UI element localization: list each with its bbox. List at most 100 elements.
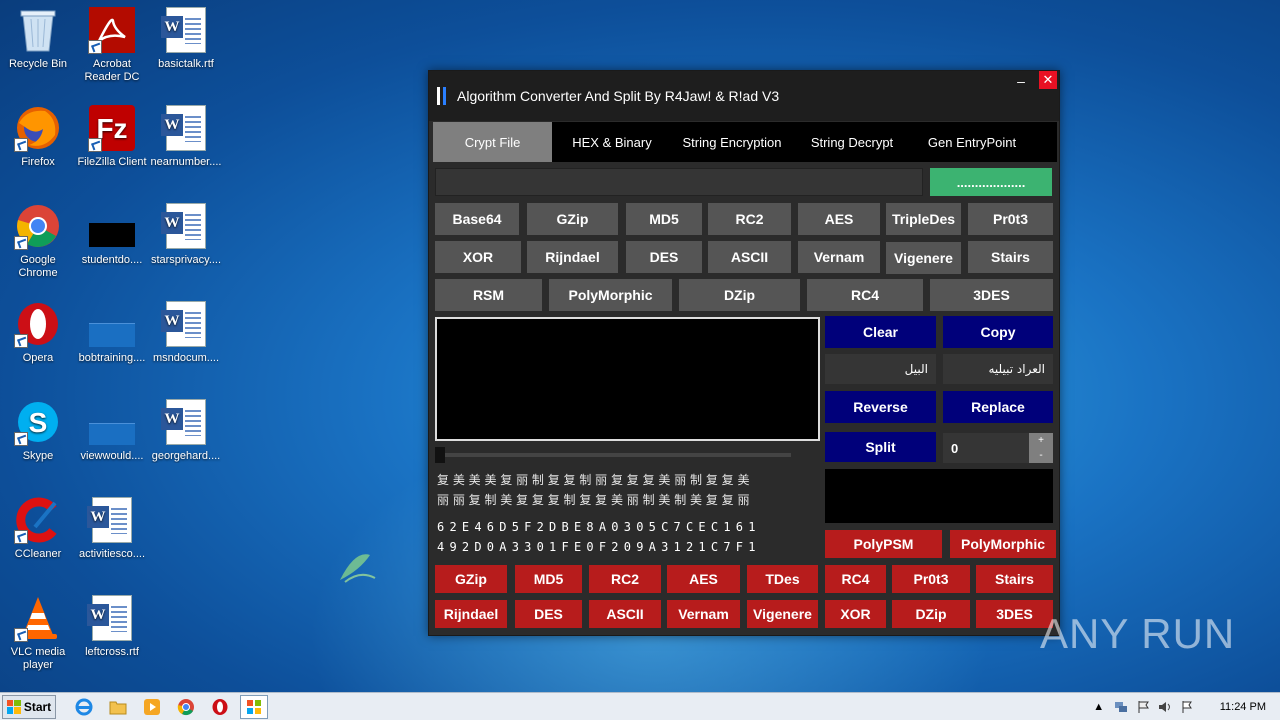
desktop-icon-opera[interactable]: Opera <box>0 300 76 365</box>
copy-button[interactable]: Copy <box>943 316 1053 348</box>
vlc-cone-icon <box>14 594 62 642</box>
acrobat-icon <box>88 6 136 54</box>
rc4-button[interactable]: RC4 <box>807 279 923 311</box>
stepper-up-button[interactable]: + <box>1029 433 1053 448</box>
rijndael-red-button[interactable]: Rijndael <box>435 600 507 628</box>
desktop-icon-activitiesco[interactable]: activitiesco.... <box>74 496 150 561</box>
ascii-red-button[interactable]: ASCII <box>589 600 661 628</box>
xor-button[interactable]: XOR <box>435 241 521 273</box>
rsm-button[interactable]: RSM <box>435 279 542 311</box>
polymorphic-button[interactable]: PolyMorphic <box>549 279 672 311</box>
dzip-red-button[interactable]: DZip <box>892 600 970 628</box>
desktop-icon-msndocum[interactable]: msndocum.... <box>148 300 224 365</box>
desktop-icon-bobtraining[interactable]: bobtraining.... <box>74 300 150 365</box>
vigenere-red-button[interactable]: Vigenere <box>747 600 818 628</box>
aes-red-button[interactable]: AES <box>667 565 740 593</box>
desktop-icon-label: viewwould.... <box>80 450 144 462</box>
des-button[interactable]: DES <box>626 241 702 273</box>
vernam-red-button[interactable]: Vernam <box>667 600 740 628</box>
desktop-icon-starsprivacy[interactable]: starsprivacy.... <box>148 202 224 267</box>
gzip-red-button[interactable]: GZip <box>435 565 507 593</box>
xor-red-button[interactable]: XOR <box>825 600 886 628</box>
desktop-icon-chrome[interactable]: Google Chrome <box>0 202 76 280</box>
network-icon[interactable] <box>1113 699 1129 715</box>
internet-explorer-icon[interactable] <box>70 695 98 719</box>
browse-button[interactable]: ................... <box>930 168 1052 196</box>
polypsm-button[interactable]: PolyPSM <box>825 530 942 558</box>
desktop-icon-firefox[interactable]: Firefox <box>0 104 76 169</box>
desktop-icon-ccleaner[interactable]: CCleaner <box>0 496 76 561</box>
file-path-input[interactable] <box>435 168 923 196</box>
split-count-stepper[interactable]: + - <box>1029 433 1053 463</box>
desktop-icon-viewwould[interactable]: viewwould.... <box>74 398 150 463</box>
opera-taskbar-icon[interactable] <box>206 695 234 719</box>
aes-button[interactable]: AES <box>798 203 880 235</box>
show-hidden-icons-icon[interactable]: ▲ <box>1091 699 1107 715</box>
action-center-icon[interactable] <box>1135 699 1151 715</box>
tdes-red-button[interactable]: TDes <box>747 565 818 593</box>
desktop-icon-studentdo[interactable]: studentdo.... <box>74 202 150 267</box>
desktop-icon-filezilla[interactable]: Fz FileZilla Client <box>74 104 150 169</box>
desktop-icon-leftcross[interactable]: leftcross.rtf <box>74 594 150 659</box>
split-button[interactable]: Split <box>825 432 936 462</box>
start-button[interactable]: Start <box>2 694 56 719</box>
desktop-icon-vlc[interactable]: VLC media player <box>0 594 76 672</box>
horizontal-scrollbar[interactable] <box>435 447 791 463</box>
opera-icon <box>14 300 62 348</box>
app-taskbar-button[interactable] <box>240 694 268 719</box>
replace-button[interactable]: Replace <box>943 391 1053 423</box>
prot3-red-button[interactable]: Pr0t3 <box>892 565 970 593</box>
taskbar-clock[interactable]: 11:24 PM <box>1220 701 1266 713</box>
replace-text-field[interactable]: العراد تبيليه <box>943 354 1053 384</box>
clear-button[interactable]: Clear <box>825 316 936 348</box>
close-button[interactable]: ✕ <box>1039 71 1057 89</box>
find-text-field[interactable]: البيل <box>825 354 936 384</box>
rc2-red-button[interactable]: RC2 <box>589 565 661 593</box>
stepper-down-button[interactable]: - <box>1029 448 1053 463</box>
desktop-icon-basictalk[interactable]: basictalk.rtf <box>148 6 224 71</box>
md5-button[interactable]: MD5 <box>626 203 702 235</box>
stairs-red-button[interactable]: Stairs <box>976 565 1053 593</box>
tab-string-decrypt[interactable]: String Decrypt <box>792 122 912 162</box>
3des-button[interactable]: 3DES <box>930 279 1053 311</box>
tab-crypt-file[interactable]: Crypt File <box>433 122 552 162</box>
split-count-field[interactable]: 0 <box>943 433 1029 463</box>
desktop-icon-recycle-bin[interactable]: Recycle Bin <box>0 6 76 71</box>
prot3-button[interactable]: Pr0t3 <box>968 203 1053 235</box>
rc2-button[interactable]: RC2 <box>708 203 791 235</box>
desktop-icon-nearnumber[interactable]: nearnumber.... <box>148 104 224 169</box>
flag-icon[interactable] <box>1179 699 1195 715</box>
desktop-icon-label: Firefox <box>21 156 55 168</box>
desktop-icon-acrobat[interactable]: Acrobat Reader DC <box>74 6 150 84</box>
tab-gen-entrypoint[interactable]: Gen EntryPoint <box>912 122 1032 162</box>
ascii-button[interactable]: ASCII <box>708 241 791 273</box>
des-red-button[interactable]: DES <box>515 600 582 628</box>
vigenere-button[interactable]: Vigenere <box>886 242 961 274</box>
gzip-button[interactable]: GZip <box>527 203 618 235</box>
chrome-taskbar-icon[interactable] <box>172 695 200 719</box>
desktop-icon-georgehard[interactable]: georgehard.... <box>148 398 224 463</box>
file-thumbnail-icon <box>88 202 136 250</box>
dzip-button[interactable]: DZip <box>679 279 800 311</box>
rijndael-button[interactable]: Rijndael <box>527 241 618 273</box>
volume-icon[interactable] <box>1157 699 1173 715</box>
tab-string-encryption[interactable]: String Encryption <box>672 122 792 162</box>
scrollbar-thumb[interactable] <box>435 447 445 463</box>
vernam-button[interactable]: Vernam <box>798 241 880 273</box>
md5-red-button[interactable]: MD5 <box>515 565 582 593</box>
file-thumbnail-icon <box>88 398 136 446</box>
output-textarea[interactable] <box>435 317 820 441</box>
reverse-button[interactable]: Reverse <box>825 391 936 423</box>
media-player-icon[interactable] <box>138 695 166 719</box>
desktop-icon-skype[interactable]: S Skype <box>0 398 76 463</box>
stairs-button[interactable]: Stairs <box>968 241 1053 273</box>
file-explorer-icon[interactable] <box>104 695 132 719</box>
minimize-button[interactable]: – <box>1013 73 1029 91</box>
tripledes-button[interactable]: TripleDes <box>886 203 961 235</box>
polymorphic-red-button[interactable]: PolyMorphic <box>950 530 1056 558</box>
window-titlebar[interactable]: Algorithm Converter And Split By R4Jaw! … <box>429 71 1059 121</box>
tab-hex-binary[interactable]: HEX & Binary <box>552 122 672 162</box>
rc4-red-button[interactable]: RC4 <box>825 565 886 593</box>
base64-button[interactable]: Base64 <box>435 203 519 235</box>
desktop-icon-label: activitiesco.... <box>78 548 146 560</box>
